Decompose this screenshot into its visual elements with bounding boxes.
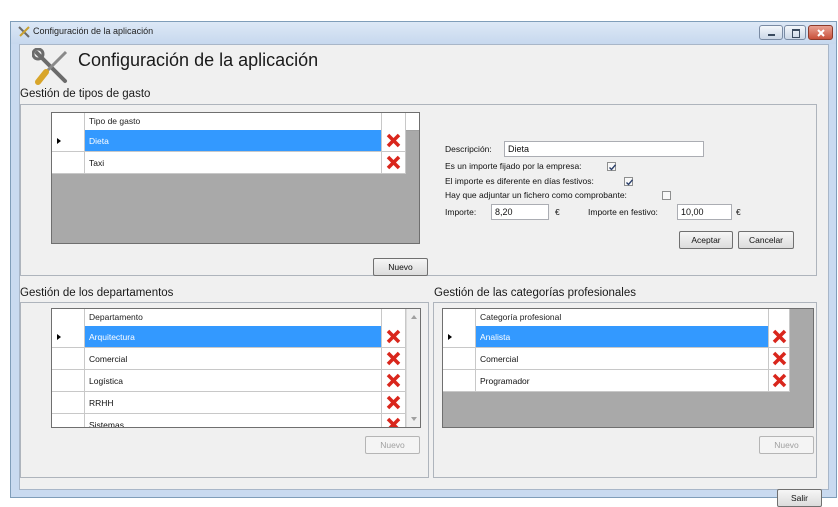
importe-label: Importe: [445, 207, 477, 217]
grid-header: Categoría profesional [443, 309, 790, 327]
delete-x-icon [386, 395, 401, 410]
festivo-currency: € [736, 207, 741, 217]
delete-button[interactable] [769, 326, 790, 348]
delete-button[interactable] [382, 370, 406, 392]
row-selector-arrow-icon [57, 138, 61, 144]
table-cell[interactable]: Dieta [85, 130, 382, 152]
new-categoria-button[interactable]: Nuevo [759, 436, 814, 454]
delete-button[interactable] [769, 348, 790, 370]
app-window: Configuración de la aplicación Configura… [10, 21, 837, 507]
festivos-checkbox[interactable] [624, 177, 634, 186]
adjuntar-checkbox[interactable] [662, 191, 671, 200]
delete-x-icon [386, 351, 401, 366]
column-header[interactable]: Categoría profesional [476, 309, 769, 326]
delete-button[interactable] [382, 392, 406, 414]
delete-x-icon [386, 133, 401, 148]
grid-header: Tipo de gasto [52, 113, 419, 131]
delete-button[interactable] [382, 326, 406, 348]
gastos-group-title: Gestión de tipos de gasto [20, 88, 151, 100]
delete-column-header [382, 309, 406, 326]
delete-column-header [382, 113, 406, 130]
delete-x-icon [772, 329, 787, 344]
page-title: Configuración de la aplicación [78, 50, 319, 70]
row-header-corner [52, 309, 85, 326]
table-cell[interactable]: Comercial [85, 348, 382, 370]
table-cell[interactable]: Comercial [476, 348, 769, 370]
festivo-label: Importe en festivo: [588, 207, 658, 217]
table-cell[interactable]: Sistemas [85, 414, 382, 427]
row-selector[interactable] [52, 414, 85, 427]
maximize-icon [792, 29, 800, 38]
importe-input[interactable]: 8,20 [491, 204, 549, 220]
title-bar[interactable]: Configuración de la aplicación [11, 22, 836, 44]
scroll-down-icon[interactable] [411, 417, 417, 421]
delete-button[interactable] [382, 130, 406, 152]
departamentos-grid[interactable]: Departamento Arquitectura Comercial Logí [51, 308, 421, 428]
row-selector-arrow-icon [448, 334, 452, 340]
row-selector[interactable] [52, 326, 85, 348]
table-cell[interactable]: Arquitectura [85, 326, 382, 348]
departamentos-group-title: Gestión de los departamentos [20, 287, 174, 299]
checkmark-icon [609, 164, 617, 171]
delete-x-icon [772, 351, 787, 366]
cancel-button[interactable]: Cancelar [738, 231, 794, 249]
row-header-corner [443, 309, 476, 326]
descripcion-input[interactable]: Dieta [504, 141, 704, 157]
row-selector[interactable] [52, 130, 85, 152]
row-header-corner [52, 113, 85, 130]
tools-icon [32, 48, 68, 85]
scroll-up-icon[interactable] [411, 315, 417, 319]
festivos-label: El importe es diferente en días festivos… [445, 176, 594, 186]
table-cell[interactable]: Programador [476, 370, 769, 392]
new-gasto-button[interactable]: Nuevo [373, 258, 428, 276]
row-selector[interactable] [443, 326, 476, 348]
column-header[interactable]: Departamento [85, 309, 382, 326]
grid-header: Departamento [52, 309, 406, 327]
row-selector[interactable] [52, 392, 85, 414]
maximize-button[interactable] [784, 25, 806, 40]
table-cell[interactable]: Analista [476, 326, 769, 348]
vertical-scrollbar[interactable] [406, 309, 420, 427]
descripcion-label: Descripción: [445, 144, 492, 154]
column-header[interactable]: Tipo de gasto [85, 113, 382, 130]
row-selector[interactable] [443, 348, 476, 370]
row-selector[interactable] [52, 348, 85, 370]
close-icon [817, 29, 825, 37]
client-area: Configuración de la aplicación Gestión d… [19, 44, 829, 507]
checkmark-icon [626, 179, 634, 186]
delete-x-icon [386, 329, 401, 344]
new-departamento-button[interactable]: Nuevo [365, 436, 420, 454]
adjuntar-label: Hay que adjuntar un fichero como comprob… [445, 190, 627, 200]
close-window-button[interactable] [808, 25, 833, 40]
categorias-group-title: Gestión de las categorías profesionales [434, 287, 637, 299]
table-cell[interactable]: Logística [85, 370, 382, 392]
festivo-input[interactable]: 10,00 [677, 204, 732, 220]
table-cell[interactable]: RRHH [85, 392, 382, 414]
gastos-grid[interactable]: Tipo de gasto Dieta Taxi [51, 112, 420, 244]
delete-button[interactable] [382, 152, 406, 174]
minimize-button[interactable] [759, 25, 783, 40]
delete-x-icon [386, 417, 401, 427]
fijado-checkbox[interactable] [607, 162, 617, 171]
delete-x-icon [772, 373, 787, 388]
delete-button[interactable] [769, 370, 790, 392]
row-selector-arrow-icon [57, 334, 61, 340]
delete-x-icon [386, 373, 401, 388]
delete-button[interactable] [382, 348, 406, 370]
exit-button[interactable]: Salir [777, 489, 822, 507]
minimize-icon [768, 34, 775, 36]
accept-button[interactable]: Aceptar [679, 231, 733, 249]
categorias-grid[interactable]: Categoría profesional Analista Comercial [442, 308, 814, 428]
delete-column-header [769, 309, 790, 326]
row-selector[interactable] [52, 370, 85, 392]
fijado-label: Es un importe fijado por la empresa: [445, 161, 582, 171]
row-selector[interactable] [52, 152, 85, 174]
delete-button[interactable] [382, 414, 406, 427]
table-cell[interactable]: Taxi [85, 152, 382, 174]
tools-icon [18, 26, 30, 38]
delete-x-icon [386, 155, 401, 170]
importe-currency: € [555, 207, 560, 217]
window-title: Configuración de la aplicación [33, 26, 154, 36]
row-selector[interactable] [443, 370, 476, 392]
